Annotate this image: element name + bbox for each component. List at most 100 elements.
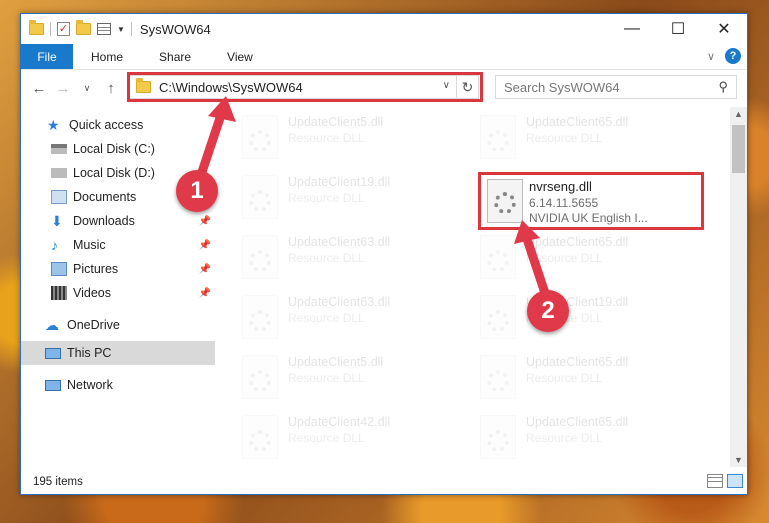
file-name: nvrseng.dll [529,179,592,194]
dll-file-icon [480,355,516,399]
pictures-icon [51,262,67,276]
properties-icon[interactable] [97,23,111,35]
scroll-thumb[interactable] [732,125,745,173]
nav-label: Quick access [69,118,144,132]
new-folder-icon[interactable] [76,20,91,35]
chevron-down-icon[interactable]: ∨ [707,50,715,63]
explorer-window: ✓ ▼ SysWOW64 — ☐ ✕ File Home Share View … [20,13,748,495]
nav-label: Documents [73,190,137,204]
pin-icon[interactable]: 📌 [199,240,211,251]
recent-locations-icon[interactable]: ∨ [75,83,99,94]
folder-icon [29,20,44,35]
music-icon: ♪ [51,237,58,253]
nav-music[interactable]: ♪ Music 📌 [21,233,215,257]
highlighted-file-item[interactable]: nvrseng.dll 6.14.11.5655 NVIDIA UK Engli… [478,172,704,230]
gear-icon [487,130,509,152]
address-row: ← → ∨ ↑ C:\Windows\SysWOW64 ∨ ↻ Search S… [21,70,747,106]
customize-toolbar-icon[interactable]: ▼ [117,25,125,34]
file-item[interactable]: UpdateClient5.dll Resource DLL [226,107,456,159]
gear-icon [249,130,271,152]
gear-icon [249,430,271,452]
gear-icon [249,310,271,332]
dll-file-icon [480,295,516,339]
dll-file-icon [242,235,278,279]
dll-file-icon [242,175,278,219]
nav-label: Videos [73,286,111,300]
nav-downloads[interactable]: ⬇ Downloads 📌 [21,209,215,233]
item-count: 195 items [33,476,83,488]
nav-network[interactable]: Network [21,373,215,397]
file-item[interactable]: UpdateClient65.dll Resource DLL [464,407,694,459]
search-icon[interactable]: ⚲ [718,79,728,95]
cloud-icon: ☁ [45,317,59,333]
gear-icon [487,430,509,452]
address-highlight-box [127,72,483,102]
minimize-button[interactable]: — [609,14,655,44]
pin-icon[interactable]: 📌 [199,216,211,227]
details-view-icon[interactable] [707,474,723,488]
dll-file-icon [480,235,516,279]
file-item[interactable]: UpdateClient5.dll Resource DLL [226,347,456,399]
videos-icon [51,286,67,300]
file-item[interactable]: UpdateClient19.dll Resource DLL [226,167,456,219]
drive-icon [51,168,67,178]
computer-icon [45,347,61,359]
dll-file-icon [480,115,516,159]
file-item[interactable]: UpdateClient63.dll Resource DLL [226,227,456,279]
file-item[interactable]: UpdateClient65.dll Resource DLL [464,347,694,399]
quick-access-toolbar: ✓ ▼ [21,20,132,36]
nav-quick-access[interactable]: ★ Quick access [21,113,215,137]
nav-label: Local Disk (D:) [73,166,155,180]
dll-file-icon [480,415,516,459]
tab-file[interactable]: File [21,44,73,69]
properties-check-icon[interactable]: ✓ [57,22,70,36]
tiles-view-icon[interactable] [727,474,743,488]
navigation-pane: ★ Quick access Local Disk (C:) Local Dis… [21,107,215,467]
file-list: UpdateClient5.dll Resource DLL UpdateCli… [226,107,731,467]
search-placeholder: Search SysWOW64 [504,79,620,95]
forward-arrow-icon[interactable]: → [51,80,75,97]
help-icon[interactable]: ? [725,48,741,64]
nav-pictures[interactable]: Pictures 📌 [21,257,215,281]
file-item[interactable]: UpdateClient19.dll Resource DLL [464,287,694,339]
dll-file-icon [242,355,278,399]
search-input[interactable]: Search SysWOW64 ⚲ [495,75,737,99]
nav-local-disk-c[interactable]: Local Disk (C:) [21,137,215,161]
tab-home[interactable]: Home [73,44,141,69]
gear-icon [487,310,509,332]
dll-file-icon [487,179,523,223]
gear-icon [494,192,516,214]
nav-videos[interactable]: Videos 📌 [21,281,215,305]
gear-icon [249,250,271,272]
file-item[interactable]: UpdateClient42.dll Resource DLL [226,407,456,459]
up-arrow-icon[interactable]: ↑ [99,80,123,97]
pin-icon[interactable]: 📌 [199,288,211,299]
nav-label: OneDrive [67,318,120,332]
file-item[interactable]: UpdateClient63.dll Resource DLL [226,287,456,339]
vertical-scrollbar[interactable]: ▲ ▼ [730,107,747,467]
scroll-down-icon[interactable]: ▼ [730,455,747,465]
file-item[interactable]: UpdateClient65.dll Resource DLL [464,107,694,159]
drive-icon [51,144,67,154]
tab-view[interactable]: View [209,44,271,69]
tab-share[interactable]: Share [141,44,209,69]
maximize-button[interactable]: ☐ [655,14,701,44]
window-controls: — ☐ ✕ [609,14,747,44]
file-version: 6.14.11.5655 [529,196,599,210]
back-arrow-icon[interactable]: ← [27,80,51,97]
dll-file-icon [242,415,278,459]
nav-onedrive[interactable]: ☁ OneDrive [21,313,215,337]
status-bar: 195 items [21,470,747,494]
file-description: NVIDIA UK English I... [529,211,648,225]
pin-icon[interactable]: 📌 [199,264,211,275]
star-icon: ★ [47,117,60,133]
gear-icon [249,370,271,392]
scroll-up-icon[interactable]: ▲ [730,109,747,119]
callout-step-2: 2 [527,290,569,332]
close-button[interactable]: ✕ [701,14,747,44]
nav-label: Local Disk (C:) [73,142,155,156]
nav-this-pc[interactable]: This PC [21,341,215,365]
window-title: SysWOW64 [139,21,211,37]
title-bar: ✓ ▼ SysWOW64 — ☐ ✕ [21,14,747,44]
file-item[interactable]: UpdateClient65.dll Resource DLL [464,227,694,279]
